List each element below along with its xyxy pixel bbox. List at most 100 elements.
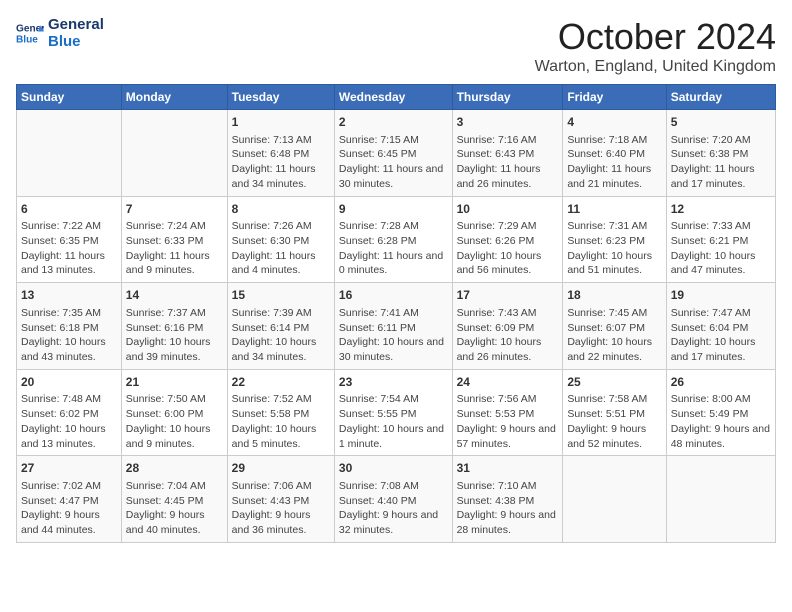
- day-number: 17: [457, 287, 559, 304]
- logo-general: General: [48, 16, 104, 33]
- calendar-cell: [17, 110, 122, 197]
- cell-content: Sunrise: 7:52 AM Sunset: 5:58 PM Dayligh…: [232, 392, 330, 451]
- header-sunday: Sunday: [17, 85, 122, 110]
- month-title: October 2024: [535, 16, 776, 58]
- cell-content: Sunrise: 7:37 AM Sunset: 6:16 PM Dayligh…: [126, 306, 223, 365]
- calendar-cell: 9Sunrise: 7:28 AM Sunset: 6:28 PM Daylig…: [334, 196, 452, 283]
- cell-content: Sunrise: 7:31 AM Sunset: 6:23 PM Dayligh…: [567, 219, 661, 278]
- title-block: October 2024 Warton, England, United Kin…: [535, 16, 776, 76]
- day-number: 20: [21, 374, 117, 391]
- calendar-cell: 20Sunrise: 7:48 AM Sunset: 6:02 PM Dayli…: [17, 369, 122, 456]
- calendar-cell: 15Sunrise: 7:39 AM Sunset: 6:14 PM Dayli…: [227, 283, 334, 370]
- cell-content: Sunrise: 7:35 AM Sunset: 6:18 PM Dayligh…: [21, 306, 117, 365]
- page-header: General Blue General Blue October 2024 W…: [16, 16, 776, 76]
- cell-content: Sunrise: 7:20 AM Sunset: 6:38 PM Dayligh…: [671, 133, 771, 192]
- calendar-header-row: SundayMondayTuesdayWednesdayThursdayFrid…: [17, 85, 776, 110]
- day-number: 4: [567, 114, 661, 131]
- cell-content: Sunrise: 7:04 AM Sunset: 4:45 PM Dayligh…: [126, 479, 223, 538]
- cell-content: Sunrise: 7:16 AM Sunset: 6:43 PM Dayligh…: [457, 133, 559, 192]
- calendar-cell: 4 Sunrise: 7:18 AM Sunset: 6:40 PM Daylig…: [563, 110, 666, 197]
- day-number: 6: [21, 201, 117, 218]
- calendar-cell: [666, 456, 775, 543]
- calendar-cell: 21Sunrise: 7:50 AM Sunset: 6:00 PM Dayli…: [121, 369, 227, 456]
- header-friday: Friday: [563, 85, 666, 110]
- day-number: 31: [457, 460, 559, 477]
- calendar-cell: 14 Sunrise: 7:37 AM Sunset: 6:16 PM Dayli…: [121, 283, 227, 370]
- cell-content: Sunrise: 7:28 AM Sunset: 6:28 PM Dayligh…: [339, 219, 448, 278]
- calendar-cell: 31 Sunrise: 7:10 AM Sunset: 4:38 PM Dayli…: [452, 456, 563, 543]
- week-row-2: 6Sunrise: 7:22 AM Sunset: 6:35 PM Daylig…: [17, 196, 776, 283]
- day-number: 24: [457, 374, 559, 391]
- calendar-cell: 12Sunrise: 7:33 AM Sunset: 6:21 PM Dayli…: [666, 196, 775, 283]
- calendar-cell: 11Sunrise: 7:31 AM Sunset: 6:23 PM Dayli…: [563, 196, 666, 283]
- day-number: 25: [567, 374, 661, 391]
- day-number: 10: [457, 201, 559, 218]
- calendar-cell: [121, 110, 227, 197]
- cell-content: Sunrise: 7:13 AM Sunset: 6:48 PM Dayligh…: [232, 133, 330, 192]
- day-number: 29: [232, 460, 330, 477]
- day-number: 5: [671, 114, 771, 131]
- calendar-cell: 22Sunrise: 7:52 AM Sunset: 5:58 PM Dayli…: [227, 369, 334, 456]
- day-number: 28: [126, 460, 223, 477]
- cell-content: Sunrise: 8:00 AM Sunset: 5:49 PM Dayligh…: [671, 392, 771, 451]
- calendar-cell: 7Sunrise: 7:24 AM Sunset: 6:33 PM Daylig…: [121, 196, 227, 283]
- day-number: 13: [21, 287, 117, 304]
- day-number: 14: [126, 287, 223, 304]
- calendar-cell: 1 Sunrise: 7:13 AM Sunset: 6:48 PM Daylig…: [227, 110, 334, 197]
- cell-content: Sunrise: 7:47 AM Sunset: 6:04 PM Dayligh…: [671, 306, 771, 365]
- cell-content: Sunrise: 7:08 AM Sunset: 4:40 PM Dayligh…: [339, 479, 448, 538]
- day-number: 7: [126, 201, 223, 218]
- week-row-1: 1 Sunrise: 7:13 AM Sunset: 6:48 PM Daylig…: [17, 110, 776, 197]
- svg-text:Blue: Blue: [16, 35, 38, 46]
- location: Warton, England, United Kingdom: [535, 58, 776, 76]
- day-number: 9: [339, 201, 448, 218]
- week-row-3: 13 Sunrise: 7:35 AM Sunset: 6:18 PM Dayli…: [17, 283, 776, 370]
- calendar-cell: 19Sunrise: 7:47 AM Sunset: 6:04 PM Dayli…: [666, 283, 775, 370]
- calendar-cell: 25Sunrise: 7:58 AM Sunset: 5:51 PM Dayli…: [563, 369, 666, 456]
- calendar-cell: 26Sunrise: 8:00 AM Sunset: 5:49 PM Dayli…: [666, 369, 775, 456]
- day-number: 26: [671, 374, 771, 391]
- calendar-cell: 27 Sunrise: 7:02 AM Sunset: 4:47 PM Dayli…: [17, 456, 122, 543]
- calendar-cell: 8Sunrise: 7:26 AM Sunset: 6:30 PM Daylig…: [227, 196, 334, 283]
- day-number: 2: [339, 114, 448, 131]
- cell-content: Sunrise: 7:58 AM Sunset: 5:51 PM Dayligh…: [567, 392, 661, 451]
- day-number: 30: [339, 460, 448, 477]
- cell-content: Sunrise: 7:50 AM Sunset: 6:00 PM Dayligh…: [126, 392, 223, 451]
- calendar-cell: 18Sunrise: 7:45 AM Sunset: 6:07 PM Dayli…: [563, 283, 666, 370]
- cell-content: Sunrise: 7:39 AM Sunset: 6:14 PM Dayligh…: [232, 306, 330, 365]
- cell-content: Sunrise: 7:24 AM Sunset: 6:33 PM Dayligh…: [126, 219, 223, 278]
- header-wednesday: Wednesday: [334, 85, 452, 110]
- calendar-cell: 10Sunrise: 7:29 AM Sunset: 6:26 PM Dayli…: [452, 196, 563, 283]
- week-row-5: 27 Sunrise: 7:02 AM Sunset: 4:47 PM Dayli…: [17, 456, 776, 543]
- calendar-cell: 29 Sunrise: 7:06 AM Sunset: 4:43 PM Dayli…: [227, 456, 334, 543]
- cell-content: Sunrise: 7:10 AM Sunset: 4:38 PM Dayligh…: [457, 479, 559, 538]
- cell-content: Sunrise: 7:41 AM Sunset: 6:11 PM Dayligh…: [339, 306, 448, 365]
- header-saturday: Saturday: [666, 85, 775, 110]
- cell-content: Sunrise: 7:29 AM Sunset: 6:26 PM Dayligh…: [457, 219, 559, 278]
- cell-content: Sunrise: 7:18 AM Sunset: 6:40 PM Dayligh…: [567, 133, 661, 192]
- cell-content: Sunrise: 7:02 AM Sunset: 4:47 PM Dayligh…: [21, 479, 117, 538]
- cell-content: Sunrise: 7:48 AM Sunset: 6:02 PM Dayligh…: [21, 392, 117, 451]
- header-monday: Monday: [121, 85, 227, 110]
- cell-content: Sunrise: 7:45 AM Sunset: 6:07 PM Dayligh…: [567, 306, 661, 365]
- cell-content: Sunrise: 7:56 AM Sunset: 5:53 PM Dayligh…: [457, 392, 559, 451]
- header-tuesday: Tuesday: [227, 85, 334, 110]
- week-row-4: 20Sunrise: 7:48 AM Sunset: 6:02 PM Dayli…: [17, 369, 776, 456]
- cell-content: Sunrise: 7:26 AM Sunset: 6:30 PM Dayligh…: [232, 219, 330, 278]
- logo-blue: Blue: [48, 33, 104, 50]
- day-number: 1: [232, 114, 330, 131]
- cell-content: Sunrise: 7:06 AM Sunset: 4:43 PM Dayligh…: [232, 479, 330, 538]
- day-number: 8: [232, 201, 330, 218]
- header-thursday: Thursday: [452, 85, 563, 110]
- calendar-cell: 6Sunrise: 7:22 AM Sunset: 6:35 PM Daylig…: [17, 196, 122, 283]
- day-number: 27: [21, 460, 117, 477]
- logo-icon: General Blue: [16, 19, 44, 47]
- calendar-cell: 30 Sunrise: 7:08 AM Sunset: 4:40 PM Dayli…: [334, 456, 452, 543]
- calendar-table: SundayMondayTuesdayWednesdayThursdayFrid…: [16, 84, 776, 543]
- calendar-cell: 5 Sunrise: 7:20 AM Sunset: 6:38 PM Daylig…: [666, 110, 775, 197]
- day-number: 16: [339, 287, 448, 304]
- day-number: 22: [232, 374, 330, 391]
- day-number: 11: [567, 201, 661, 218]
- cell-content: Sunrise: 7:54 AM Sunset: 5:55 PM Dayligh…: [339, 392, 448, 451]
- cell-content: Sunrise: 7:43 AM Sunset: 6:09 PM Dayligh…: [457, 306, 559, 365]
